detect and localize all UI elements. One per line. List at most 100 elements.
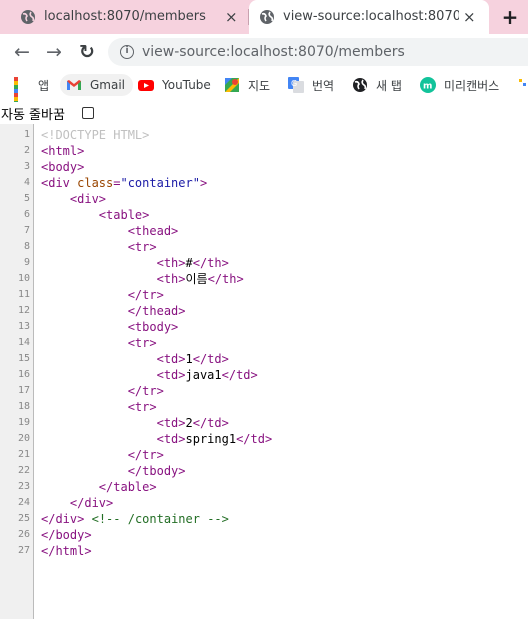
back-button[interactable]: ← [10,40,34,64]
code-token-tag: </tr> [127,384,164,398]
line-code: </div> [41,495,113,511]
source-line: 21 </tr> [0,447,528,463]
code-token-tag: <td> [156,368,186,382]
code-token-text: # [185,256,193,270]
source-line: 3 <body> [0,159,528,175]
source-line: 11 </tr> [0,287,528,303]
translate-icon: G [288,77,304,93]
tab-title: view-source:localhost:8070/members [283,9,459,24]
globe-icon [259,9,275,25]
line-number: 17 [17,385,30,396]
line-code: <html> [41,143,84,159]
tab-members[interactable]: localhost:8070/members × [0,0,248,34]
code-token-tag: </td> [192,352,229,366]
line-number: 16 [17,369,30,380]
line-code: <div> [41,191,106,207]
line-number: 23 [17,481,30,492]
line-code: <th>이름</th> [41,271,244,287]
tab-view-source[interactable]: view-source:localhost:8070/members × [249,0,489,34]
info-icon[interactable]: i [120,45,134,59]
code-token-tag: > [199,176,208,190]
svg-text:m: m [423,82,432,92]
apps-grid-icon [14,77,30,113]
line-number: 27 [17,545,30,556]
line-code: </div> <!-- /container --> [41,511,229,527]
tab-strip: localhost:8070/members × view-source:loc… [0,0,528,34]
bookmark-maps[interactable]: 지도 [224,74,270,96]
code-token-tag: </body> [41,528,92,542]
source-line: 1 <!DOCTYPE HTML> [0,127,528,143]
code-token-tag: <table> [98,208,150,222]
bookmark-label: 번역 [312,78,335,93]
url-text: view-source:localhost:8070/members [142,44,405,60]
close-icon[interactable]: × [463,9,476,25]
address-bar[interactable]: i view-source:localhost:8070/members [108,38,528,66]
source-line: 13 <tbody> [0,319,528,335]
line-code: </thead> [41,303,186,319]
code-token-tag: </th> [192,256,229,270]
source-line: 20 <td>spring1</td> [0,431,528,447]
bookmark-gmail[interactable]: Gmail [60,74,134,96]
line-code: <td>2</td> [41,415,229,431]
code-token-tag: <tr> [127,336,157,350]
gmail-icon [66,77,82,93]
code-token-comment: <!-- /container --> [91,512,229,526]
code-token-text: spring1 [185,432,237,446]
line-code: <div class="container"> [41,175,207,191]
bookmark-new-tab[interactable]: 새 탭 [352,74,402,96]
line-code: </tbody> [41,463,186,479]
line-code: <th>#</th> [41,255,229,271]
reload-button[interactable]: ↻ [75,40,99,64]
source-line: 16 <td>java1</td> [0,367,528,383]
close-icon[interactable]: × [225,9,238,25]
line-wrap-checkbox[interactable] [82,107,94,119]
bookmark-translate[interactable]: G 번역 [288,74,334,96]
code-token-tag: <tbody> [127,320,179,334]
source-line: 18 <tr> [0,399,528,415]
line-number: 2 [23,145,30,156]
line-number: 25 [17,513,30,524]
line-number: 4 [23,177,30,188]
line-number: 18 [17,401,30,412]
source-line: 23 </table> [0,479,528,495]
youtube-icon [138,77,154,93]
new-tab-button[interactable]: + [500,6,520,28]
code-token-tag: <div [41,176,78,190]
bookmark-label: 지도 [248,78,271,93]
line-code: </tr> [41,383,164,399]
bookmark-miricanvas[interactable]: m 미리캔버스 [420,74,499,96]
more-bookmarks-icon[interactable] [518,74,528,96]
code-token-attr: class [77,176,114,190]
code-token-doctype: <!DOCTYPE HTML> [41,128,150,142]
bookmark-label: Gmail [90,78,126,92]
line-number: 3 [23,161,30,172]
line-number: 1 [23,129,30,140]
code-token-tag: </tr> [127,288,164,302]
line-number: 9 [23,257,30,268]
forward-button[interactable]: → [42,40,66,64]
source-line: 10 <th>이름</th> [0,271,528,287]
bookmark-label: 미리캔버스 [444,78,500,93]
globe-icon [20,9,36,25]
code-token-tag: </td> [236,432,273,446]
tab-title: localhost:8070/members [44,9,206,24]
bookmark-apps[interactable]: 앱 [14,74,49,113]
source-view: 1 <!DOCTYPE HTML> 2 <html> 3 <body> 4 <div clas… [0,124,528,619]
source-line: 14 <tr> [0,335,528,351]
code-token-tag: </table> [98,480,157,494]
line-code: <td>spring1</td> [41,431,273,447]
source-line: 9 <th>#</th> [0,255,528,271]
code-token-tag: </td> [192,416,229,430]
code-token-tag: <div> [69,192,107,206]
globe-icon [352,77,368,93]
source-line: 24 </div> [0,495,528,511]
line-code: </tr> [41,287,164,303]
bookmark-youtube[interactable]: YouTube [138,74,211,96]
